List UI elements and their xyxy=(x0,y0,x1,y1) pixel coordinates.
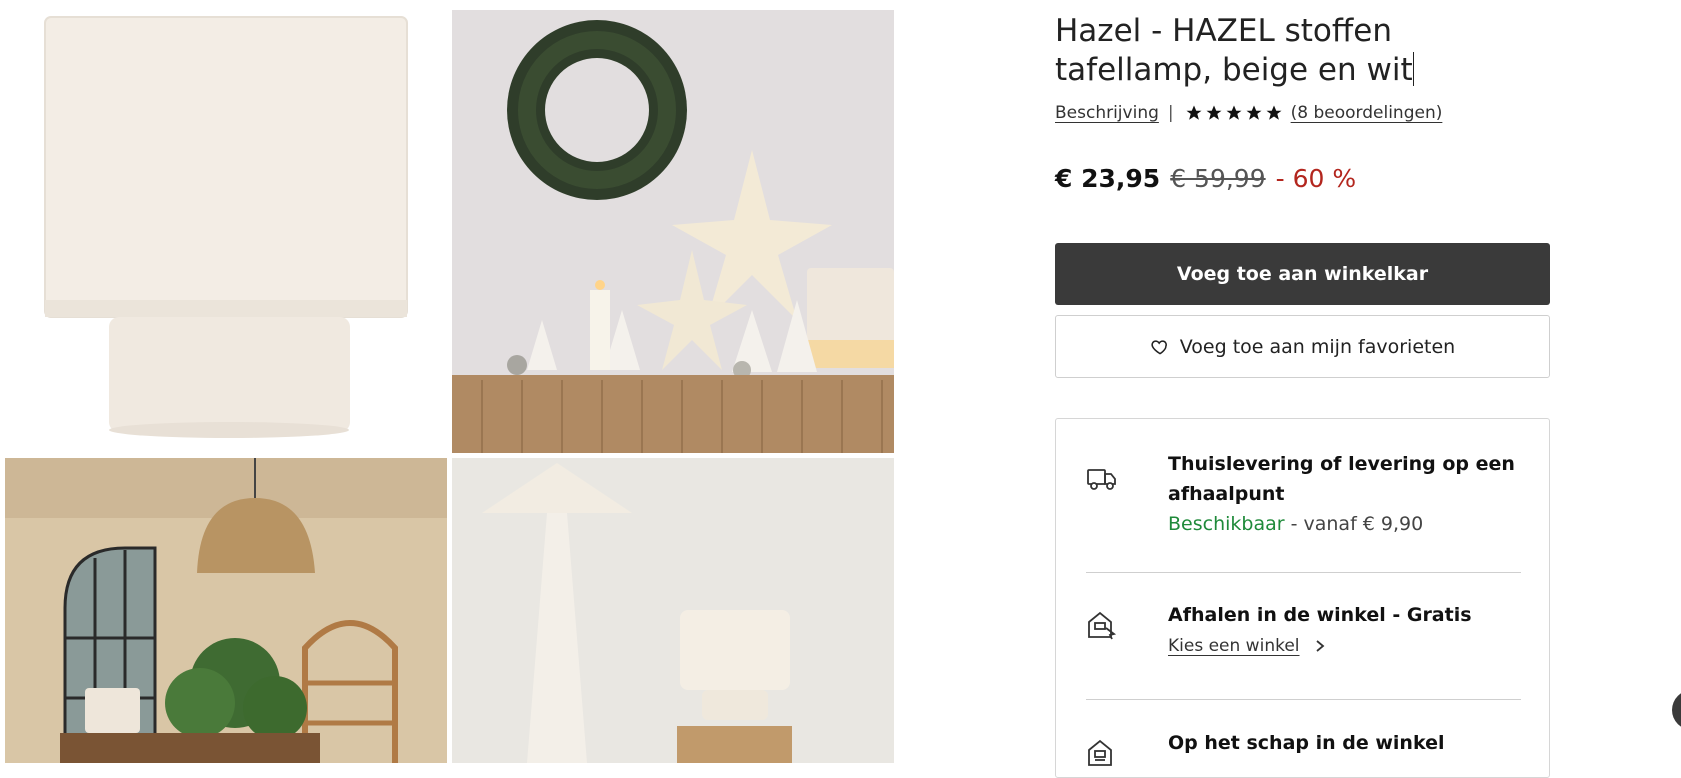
lamp-product-image xyxy=(5,10,447,453)
text-caret xyxy=(1412,52,1414,86)
add-to-favorites-label: Voeg toe aan mijn favorieten xyxy=(1179,335,1456,358)
room-scene-image xyxy=(5,458,447,763)
star-icon xyxy=(1266,105,1282,120)
divider xyxy=(1086,699,1521,700)
star-icon xyxy=(1206,105,1222,120)
store-pickup-icon xyxy=(1088,611,1117,640)
christmas-scene-image xyxy=(452,10,894,453)
star-icon xyxy=(1226,105,1242,120)
home-delivery-availability: Beschikbaar - vanaf € 9,90 xyxy=(1168,509,1528,539)
meta-separator: | xyxy=(1167,103,1174,123)
choose-store-label: Kies een winkel xyxy=(1168,636,1300,656)
reviews-link[interactable]: (8 beoordelingen) xyxy=(1291,103,1443,123)
gallery-image-2[interactable] xyxy=(452,10,894,453)
product-meta: Beschrijving | (8 beoordelingen) xyxy=(1055,100,1442,126)
add-to-cart-button[interactable]: Voeg toe aan winkelkar xyxy=(1055,243,1550,305)
description-link[interactable]: Beschrijving xyxy=(1055,103,1159,123)
star-icon xyxy=(1186,105,1202,120)
home-delivery-text: Thuislevering of levering op een afhaalp… xyxy=(1168,449,1528,539)
product-title-text: Hazel - HAZEL stoffen tafellamp, beige e… xyxy=(1055,13,1413,88)
store-icon xyxy=(1088,739,1112,766)
in-store-shelf-title: Op het schap in de winkel xyxy=(1168,732,1445,754)
discount-badge: - 60 % xyxy=(1275,164,1357,193)
price-row: € 23,95 € 59,99 - 60 % xyxy=(1055,164,1356,193)
page-title: Hazel - HAZEL stoffen tafellamp, beige e… xyxy=(1055,12,1550,90)
add-to-favorites-button[interactable]: Voeg toe aan mijn favorieten xyxy=(1055,315,1550,378)
choose-store-link[interactable]: Kies een winkel xyxy=(1168,636,1528,656)
availability-status: Beschikbaar xyxy=(1168,513,1285,535)
store-pickup-text: Afhalen in de winkel - Gratis Kies een w… xyxy=(1168,600,1528,656)
star-icon xyxy=(1246,105,1262,120)
current-price: € 23,95 xyxy=(1055,164,1161,193)
chevron-right-icon xyxy=(1315,640,1324,652)
gallery-image-1[interactable] xyxy=(5,10,447,453)
rating-stars xyxy=(1185,104,1283,122)
in-store-shelf-text: Op het schap in de winkel xyxy=(1168,728,1528,758)
lamps-scene-image xyxy=(452,458,894,763)
floating-chat-button[interactable] xyxy=(1672,690,1681,730)
truck-icon xyxy=(1087,469,1116,490)
home-delivery-title: Thuislevering of levering op een afhaalp… xyxy=(1168,453,1515,505)
product-gallery xyxy=(0,0,900,763)
divider xyxy=(1086,572,1521,573)
gallery-image-4[interactable] xyxy=(452,458,894,763)
store-pickup-title: Afhalen in de winkel - Gratis xyxy=(1168,604,1472,626)
heart-icon xyxy=(1151,339,1167,355)
gallery-image-3[interactable] xyxy=(5,458,447,763)
original-price: € 59,99 xyxy=(1170,164,1266,193)
delivery-options: Thuislevering of levering op een afhaalp… xyxy=(1055,418,1550,778)
delivery-price: - vanaf € 9,90 xyxy=(1284,513,1424,535)
